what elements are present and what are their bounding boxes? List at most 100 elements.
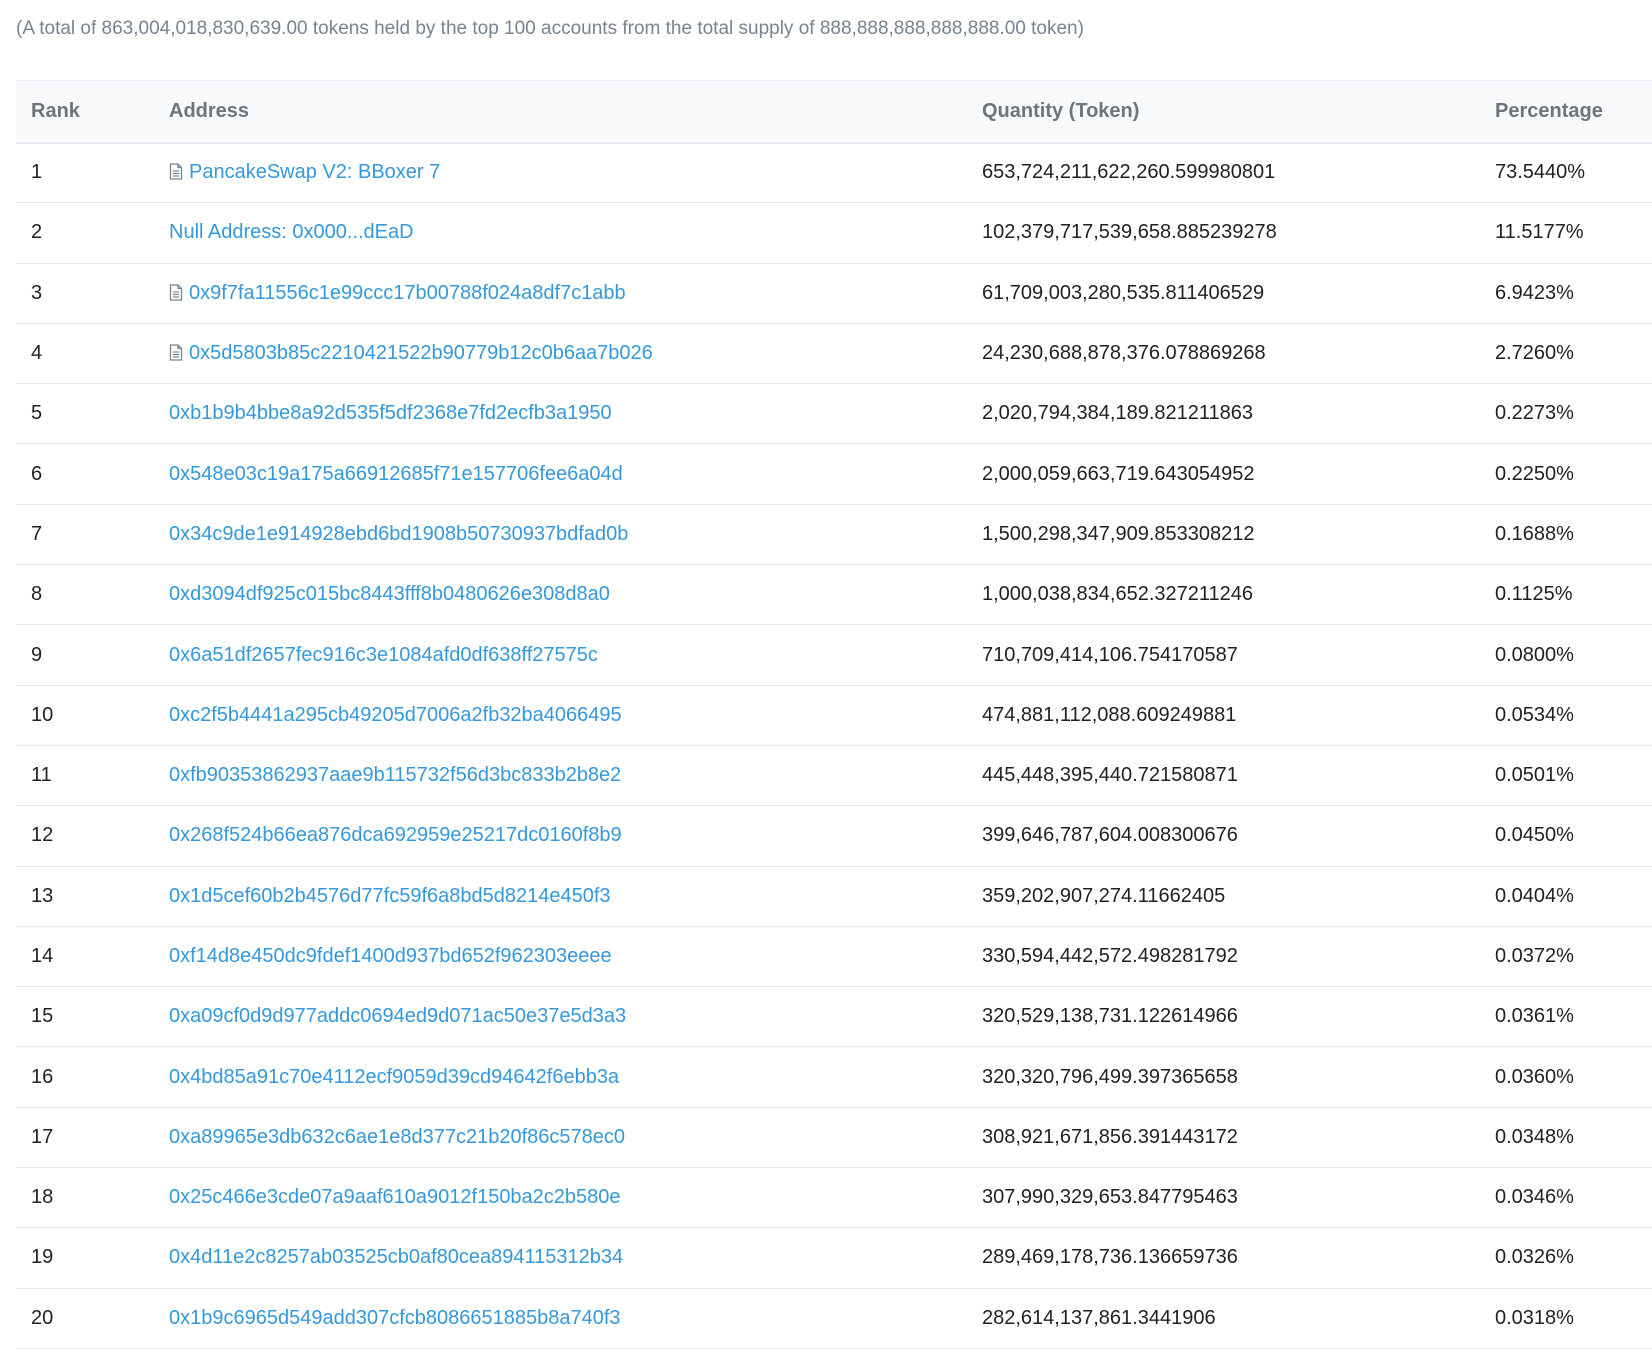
quantity-cell: 102,379,717,539,658.885239278 xyxy=(982,221,1277,244)
rank-cell: 20 xyxy=(31,1306,54,1329)
table-body: 1 PancakeSwap V2: BBoxer 7 653,724,211,6… xyxy=(16,143,1652,1349)
holder-address-link[interactable]: 0x4d11e2c8257ab03525cb0af80cea894115312b… xyxy=(169,1246,623,1268)
table-header: Rank Address Quantity (Token) Percentage xyxy=(16,80,1652,144)
table-row: 17 0xa89965e3db632c6ae1e8d377c21b20f86c5… xyxy=(16,1107,1652,1168)
address-cell: 0xf14d8e450dc9fdef1400d937bd652f962303ee… xyxy=(169,926,982,986)
percentage-cell: 2.7260% xyxy=(1495,342,1574,365)
holder-address-link[interactable]: 0xd3094df925c015bc8443fff8b0480626e308d8… xyxy=(169,583,610,605)
table-row: 9 0x6a51df2657fec916c3e1084afd0df638ff27… xyxy=(16,625,1652,686)
address-cell: 0xc2f5b4441a295cb49205d7006a2fb32ba40664… xyxy=(169,685,982,745)
address-cell: 0x1b9c6965d549add307cfcb8086651885b8a740… xyxy=(169,1288,982,1348)
rank-cell: 19 xyxy=(31,1246,54,1269)
table-row: 12 0x268f524b66ea876dca692959e25217dc016… xyxy=(16,806,1652,867)
holder-address-link[interactable]: 0x34c9de1e914928ebd6bd1908b50730937bdfad… xyxy=(169,523,628,545)
rank-cell: 5 xyxy=(31,402,43,425)
table-row: 4 0x5d5803b85c2210421522b90779b12c0b6aa7… xyxy=(16,323,1652,384)
percentage-cell: 0.0450% xyxy=(1495,824,1574,847)
rank-cell: 3 xyxy=(31,281,43,304)
quantity-cell: 308,921,671,856.391443172 xyxy=(982,1125,1238,1148)
holder-address-link[interactable]: 0x5d5803b85c2210421522b90779b12c0b6aa7b0… xyxy=(189,342,653,364)
holder-address-link[interactable]: 0xb1b9b4bbe8a92d535f5df2368e7fd2ecfb3a19… xyxy=(169,402,612,424)
rank-cell: 17 xyxy=(31,1125,54,1148)
rank-cell: 6 xyxy=(31,462,43,485)
holder-address-link[interactable]: 0xf14d8e450dc9fdef1400d937bd652f962303ee… xyxy=(169,945,612,967)
rank-cell: 11 xyxy=(31,764,52,787)
holder-address-link[interactable]: 0x9f7fa11556c1e99ccc17b00788f024a8df7c1a… xyxy=(189,282,626,304)
address-cell: 0xb1b9b4bbe8a92d535f5df2368e7fd2ecfb3a19… xyxy=(169,384,982,444)
header-address: Address xyxy=(169,80,982,144)
table-row: 10 0xc2f5b4441a295cb49205d7006a2fb32ba40… xyxy=(16,685,1652,746)
percentage-cell: 6.9423% xyxy=(1495,281,1574,304)
holder-address-link[interactable]: PancakeSwap V2: BBoxer 7 xyxy=(189,161,440,183)
percentage-cell: 0.1125% xyxy=(1495,583,1573,606)
quantity-cell: 2,000,059,663,719.643054952 xyxy=(982,462,1255,485)
table-row: 16 0x4bd85a91c70e4112ecf9059d39cd94642f6… xyxy=(16,1047,1652,1108)
rank-cell: 4 xyxy=(31,342,43,365)
quantity-cell: 1,000,038,834,652.327211246 xyxy=(982,583,1254,606)
holder-address-link[interactable]: 0xa09cf0d9d977addc0694ed9d071ac50e37e5d3… xyxy=(169,1005,626,1027)
quantity-cell: 24,230,688,878,376.078869268 xyxy=(982,342,1266,365)
table-header-row: Rank Address Quantity (Token) Percentage xyxy=(16,80,1652,144)
percentage-cell: 0.0346% xyxy=(1495,1186,1574,1209)
quantity-cell: 474,881,112,088.609249881 xyxy=(982,703,1237,726)
holder-address-link[interactable]: 0xc2f5b4441a295cb49205d7006a2fb32ba40664… xyxy=(169,704,622,726)
holder-address-link[interactable]: 0x25c466e3cde07a9aaf610a9012f150ba2c2b58… xyxy=(169,1186,621,1208)
holder-address-link[interactable]: 0x1d5cef60b2b4576d77fc59f6a8bd5d8214e450… xyxy=(169,885,611,907)
address-cell: 0xfb90353862937aae9b115732f56d3bc833b2b8… xyxy=(169,745,982,805)
holders-summary: (A total of 863,004,018,830,639.00 token… xyxy=(16,18,1084,39)
quantity-cell: 2,020,794,384,189.821211863 xyxy=(982,402,1254,425)
token-holders-table: Rank Address Quantity (Token) Percentage… xyxy=(16,80,1652,1349)
rank-cell: 14 xyxy=(31,945,54,967)
holder-address-link[interactable]: 0xfb90353862937aae9b115732f56d3bc833b2b8… xyxy=(169,764,621,786)
holder-address-link[interactable]: 0x268f524b66ea876dca692959e25217dc0160f8… xyxy=(169,824,622,846)
address-cell: 0xa09cf0d9d977addc0694ed9d071ac50e37e5d3… xyxy=(169,987,982,1047)
address-cell: 0x4d11e2c8257ab03525cb0af80cea894115312b… xyxy=(169,1228,982,1288)
rank-cell: 9 xyxy=(31,643,43,666)
table-row: 5 0xb1b9b4bbe8a92d535f5df2368e7fd2ecfb3a… xyxy=(16,384,1652,444)
holder-address-link[interactable]: Null Address: 0x000...dEaD xyxy=(169,221,414,243)
rank-cell: 10 xyxy=(31,703,54,726)
address-cell: Null Address: 0x000...dEaD xyxy=(169,203,982,263)
holder-address-link[interactable]: 0x4bd85a91c70e4112ecf9059d39cd94642f6ebb… xyxy=(169,1066,619,1088)
table-row: 8 0xd3094df925c015bc8443fff8b0480626e308… xyxy=(16,565,1652,625)
percentage-cell: 73.5440% xyxy=(1495,161,1586,184)
percentage-cell: 0.0404% xyxy=(1495,884,1574,907)
header-percentage: Percentage xyxy=(1495,80,1652,144)
table-row: 15 0xa09cf0d9d977addc0694ed9d071ac50e37e… xyxy=(16,987,1652,1047)
quantity-cell: 1,500,298,347,909.853308212 xyxy=(982,522,1255,545)
percentage-cell: 11.5177% xyxy=(1495,221,1584,244)
holder-address-link[interactable]: 0x548e03c19a175a66912685f71e157706fee6a0… xyxy=(169,463,623,485)
table-row: 3 0x9f7fa11556c1e99ccc17b00788f024a8df7c… xyxy=(16,263,1652,324)
percentage-cell: 0.0501% xyxy=(1495,764,1574,787)
rank-cell: 8 xyxy=(31,583,43,606)
percentage-cell: 0.0534% xyxy=(1495,703,1574,726)
rank-cell: 16 xyxy=(31,1065,54,1088)
address-cell: 0x6a51df2657fec916c3e1084afd0df638ff2757… xyxy=(169,625,982,685)
percentage-cell: 0.0800% xyxy=(1495,643,1574,666)
address-cell: 0x5d5803b85c2210421522b90779b12c0b6aa7b0… xyxy=(169,323,982,383)
table-row: 18 0x25c466e3cde07a9aaf610a9012f150ba2c2… xyxy=(16,1168,1652,1228)
header-rank: Rank xyxy=(16,80,169,144)
percentage-cell: 0.1688% xyxy=(1495,522,1574,545)
table-row: 1 PancakeSwap V2: BBoxer 7 653,724,211,6… xyxy=(16,143,1652,203)
holder-address-link[interactable]: 0x6a51df2657fec916c3e1084afd0df638ff2757… xyxy=(169,644,598,666)
holder-address-link[interactable]: 0xa89965e3db632c6ae1e8d377c21b20f86c578e… xyxy=(169,1126,625,1148)
quantity-cell: 359,202,907,274.11662405 xyxy=(982,884,1226,907)
quantity-cell: 653,724,211,622,260.599980801 xyxy=(982,161,1276,184)
table-row: 13 0x1d5cef60b2b4576d77fc59f6a8bd5d8214e… xyxy=(16,866,1652,927)
table-row: 7 0x34c9de1e914928ebd6bd1908b50730937bdf… xyxy=(16,504,1652,565)
quantity-cell: 61,709,003,280,535.811406529 xyxy=(982,281,1265,304)
quantity-cell: 289,469,178,736.136659736 xyxy=(982,1246,1238,1269)
percentage-cell: 0.0360% xyxy=(1495,1065,1574,1088)
percentage-cell: 0.0372% xyxy=(1495,945,1574,967)
rank-cell: 1 xyxy=(31,161,43,184)
percentage-cell: 0.2250% xyxy=(1495,462,1574,485)
table-row: 11 0xfb90353862937aae9b115732f56d3bc833b… xyxy=(16,745,1652,806)
address-cell: 0x268f524b66ea876dca692959e25217dc0160f8… xyxy=(169,806,982,866)
table-row: 19 0x4d11e2c8257ab03525cb0af80cea8941153… xyxy=(16,1228,1652,1289)
holder-address-link[interactable]: 0x1b9c6965d549add307cfcb8086651885b8a740… xyxy=(169,1307,621,1329)
quantity-cell: 320,529,138,731.122614966 xyxy=(982,1005,1238,1028)
percentage-cell: 0.0348% xyxy=(1495,1125,1574,1148)
quantity-cell: 282,614,137,861.3441906 xyxy=(982,1306,1216,1329)
address-cell: 0x25c466e3cde07a9aaf610a9012f150ba2c2b58… xyxy=(169,1168,982,1228)
